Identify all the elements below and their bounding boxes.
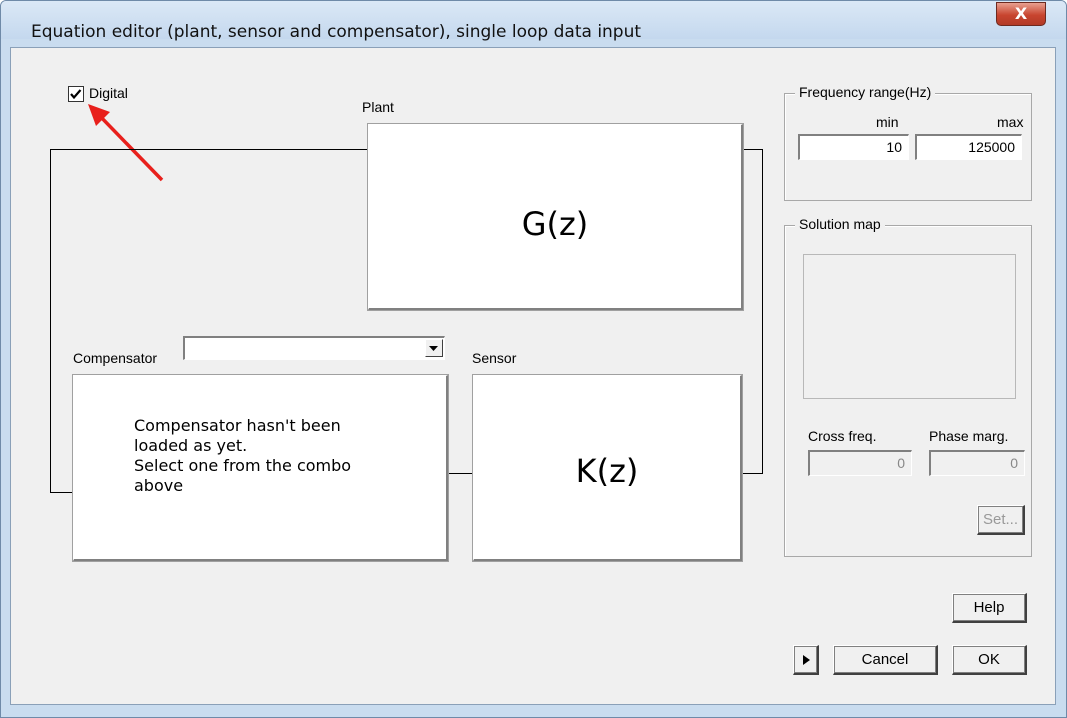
max-frequency-input[interactable]: 125000 bbox=[915, 134, 1022, 160]
expand-button[interactable] bbox=[793, 645, 819, 675]
help-button[interactable]: Help bbox=[952, 593, 1027, 623]
wire-left bbox=[50, 149, 51, 493]
combo-dropdown-button[interactable] bbox=[425, 339, 443, 357]
dialog-window: Equation editor (plant, sensor and compe… bbox=[0, 0, 1067, 718]
wire-top-left bbox=[50, 149, 368, 150]
solution-map-canvas bbox=[803, 254, 1016, 399]
wire-bottom-left bbox=[50, 492, 73, 493]
compensator-message-line: Compensator hasn't been bbox=[134, 416, 341, 435]
wire-right bbox=[762, 149, 763, 474]
compensator-combo[interactable] bbox=[183, 336, 445, 360]
max-label: max bbox=[997, 114, 1024, 130]
phase-marg-label: Phase marg. bbox=[929, 428, 1009, 444]
cancel-button[interactable]: Cancel bbox=[833, 645, 938, 675]
phase-marg-field: 0 bbox=[929, 450, 1025, 476]
wire-middle bbox=[448, 473, 472, 474]
close-button[interactable]: X bbox=[996, 2, 1046, 26]
min-label: min bbox=[876, 114, 899, 130]
compensator-label: Compensator bbox=[73, 350, 158, 366]
dialog-client-area: Digital Plant G(z) Compensator Compensat… bbox=[10, 47, 1056, 705]
solution-map-title: Solution map bbox=[795, 216, 885, 232]
compensator-message: Compensator hasn't been loaded as yet. S… bbox=[134, 416, 351, 496]
wire-top-right bbox=[742, 149, 762, 150]
min-frequency-input[interactable]: 10 bbox=[798, 134, 909, 160]
compensator-message-line: loaded as yet. bbox=[134, 436, 248, 455]
compensator-block[interactable]: Compensator hasn't been loaded as yet. S… bbox=[73, 375, 448, 561]
sensor-label: Sensor bbox=[472, 350, 517, 366]
annotation-arrow-icon bbox=[88, 104, 164, 182]
cross-freq-field: 0 bbox=[808, 450, 912, 476]
frequency-range-title: Frequency range(Hz) bbox=[795, 84, 936, 100]
play-arrow-icon bbox=[802, 655, 810, 665]
plant-label: Plant bbox=[362, 99, 394, 115]
ok-button[interactable]: OK bbox=[952, 645, 1027, 675]
compensator-message-line: Select one from the combo bbox=[134, 456, 352, 475]
chevron-down-icon bbox=[429, 346, 438, 351]
wire-bottom-right bbox=[742, 473, 763, 474]
title-bar: Equation editor (plant, sensor and compe… bbox=[1, 1, 1066, 42]
window-title: Equation editor (plant, sensor and compe… bbox=[31, 22, 642, 42]
set-button[interactable]: Set... bbox=[977, 505, 1025, 535]
compensator-message-line: above bbox=[134, 476, 184, 495]
sensor-expression: K(z) bbox=[575, 452, 639, 490]
sensor-block[interactable]: K(z) bbox=[473, 375, 742, 561]
plant-block[interactable]: G(z) bbox=[368, 124, 743, 310]
plant-expression: G(z) bbox=[521, 205, 589, 243]
cross-freq-label: Cross freq. bbox=[808, 428, 877, 444]
